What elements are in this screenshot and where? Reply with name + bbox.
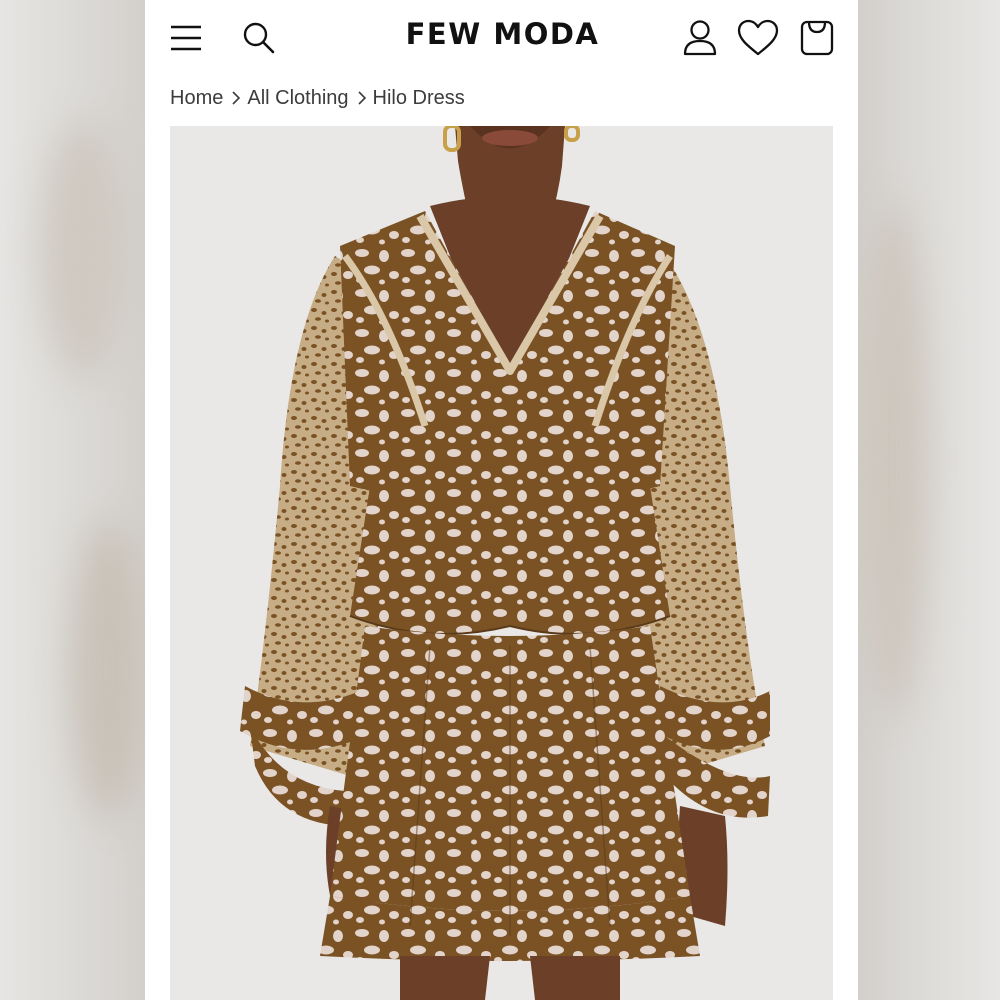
product-photo-illustration	[170, 126, 833, 1000]
account-icon[interactable]	[681, 18, 719, 58]
bag-icon[interactable]	[798, 18, 836, 58]
breadcrumb-all-clothing[interactable]: All Clothing	[247, 87, 348, 110]
breadcrumb-current: Hilo Dress	[372, 86, 465, 109]
breadcrumb: Home All Clothing Hilo Dress	[170, 84, 465, 112]
heart-icon[interactable]	[736, 18, 780, 58]
search-icon[interactable]	[240, 19, 278, 57]
menu-icon[interactable]	[167, 20, 205, 56]
product-image[interactable]	[170, 126, 833, 1000]
page: FEW MODA Home All Clothing Hilo Dress	[0, 0, 1000, 1000]
chevron-right-icon	[231, 90, 241, 106]
right-backdrop	[858, 0, 1000, 1000]
left-backdrop	[0, 0, 150, 1000]
brand-logo[interactable]: FEW MODA	[345, 17, 660, 51]
top-nav: FEW MODA	[145, 0, 858, 78]
breadcrumb-home[interactable]: Home	[170, 87, 223, 110]
app-frame: FEW MODA Home All Clothing Hilo Dress	[145, 0, 858, 1000]
chevron-right-icon	[357, 90, 367, 106]
